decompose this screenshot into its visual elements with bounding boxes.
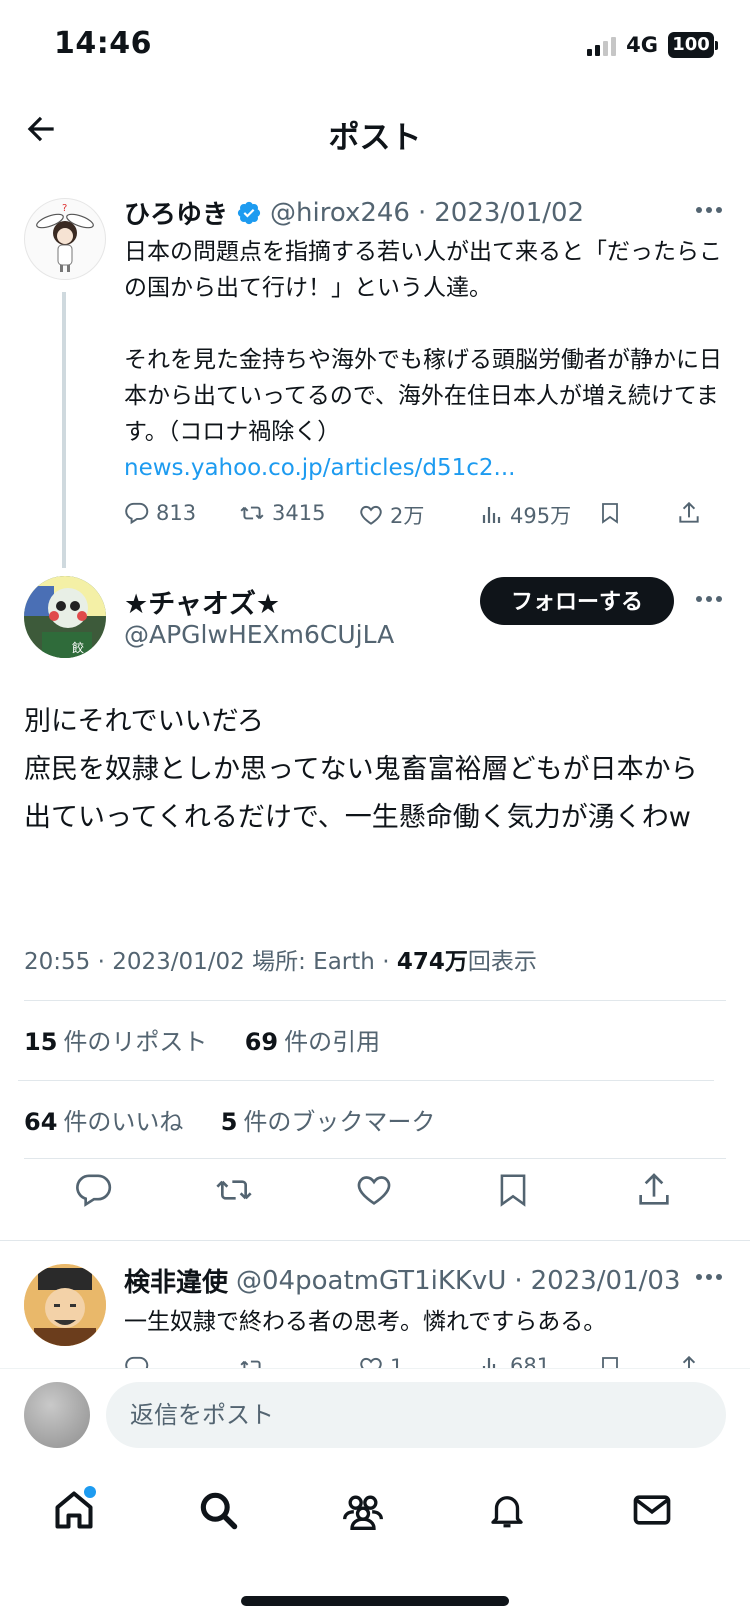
new-posts-dot <box>84 1486 96 1498</box>
share-icon[interactable] <box>634 1170 674 1214</box>
author-name[interactable]: ひろゆき <box>124 194 228 231</box>
more-options-icon[interactable] <box>694 594 724 604</box>
views-count: 474万 <box>396 949 468 975</box>
author-name[interactable]: ★チャオズ★ <box>124 582 280 621</box>
divider <box>24 1158 726 1159</box>
reply-input[interactable] <box>106 1382 726 1448</box>
home-indicator <box>241 1596 509 1606</box>
tweet-header: ひろゆき @hirox246 · 2023/01/02 <box>124 194 584 231</box>
more-options-icon[interactable] <box>694 1272 724 1282</box>
author-name[interactable]: 検非違使 <box>124 1262 228 1299</box>
avatar[interactable] <box>24 1264 106 1346</box>
reply-action[interactable]: 813 <box>124 500 196 526</box>
analytics-icon <box>482 507 501 523</box>
views-action[interactable]: 495万 <box>480 500 571 530</box>
search-icon[interactable] <box>196 1488 240 1536</box>
reposts-stat[interactable]: 15 件のリポスト <box>24 1028 207 1056</box>
divider <box>24 1000 726 1001</box>
author-handle[interactable]: @04poatmGT1iKKvU <box>236 1266 506 1296</box>
notifications-icon[interactable] <box>486 1488 528 1536</box>
engagement-row: 15 件のリポスト 69 件の引用 <box>24 1022 380 1057</box>
avatar[interactable]: ? <box>24 198 106 280</box>
follow-button[interactable]: フォローする <box>480 577 674 625</box>
views-count: 495万 <box>510 504 572 528</box>
tweet-paragraph: それを見た金持ちや海外でも稼げる頭脳労働者が静かに日本から出ていってるので、海外… <box>124 347 722 445</box>
svg-text:?: ? <box>62 203 67 214</box>
tweet-text: 日本の問題点を指摘する若い人が出て来ると「だったらこの国から出て行け！」という人… <box>124 234 730 486</box>
messages-icon[interactable] <box>630 1488 674 1536</box>
repost-action[interactable]: 3415 <box>238 500 325 526</box>
likes-stat[interactable]: 64 件のいいね <box>24 1108 183 1136</box>
status-indicators: 4G 100 <box>587 32 718 58</box>
repost-icon <box>240 506 264 520</box>
bookmark-icon <box>602 503 618 524</box>
tweet-actions: 1 681 <box>124 1350 730 1370</box>
tweet-actions: 813 3415 2万 495万 <box>124 500 730 534</box>
bookmark-icon[interactable] <box>494 1170 532 1214</box>
battery-level: 100 <box>668 32 714 58</box>
repost-icon[interactable] <box>212 1170 256 1214</box>
page-title: ポスト <box>328 120 422 156</box>
author-handle[interactable]: @APGlwHEXm6CUjLA <box>124 620 394 649</box>
divider <box>18 1080 714 1081</box>
article-link[interactable]: news.yahoo.co.jp/articles/d51c2... <box>124 450 730 486</box>
avatar[interactable]: 餃 <box>24 576 106 658</box>
tweet-paragraph: 別にそれでいいだろ <box>24 706 265 737</box>
post-time[interactable]: 20:55 <box>24 949 90 975</box>
reply-icon[interactable] <box>74 1170 114 1214</box>
communities-icon[interactable] <box>340 1488 386 1536</box>
svg-text:餃: 餃 <box>72 640 84 655</box>
tweet-paragraph: 日本の問題点を指摘する若い人が出て来ると「だったらこの国から出て行け！」という人… <box>124 239 722 301</box>
views-label: 回表示 <box>467 949 537 975</box>
tweet-meta: 20:55 · 2023/01/02 場所: Earth · 474万回表示 <box>24 949 537 975</box>
engagement-row: 64 件のいいね 5 件のブックマーク <box>24 1102 435 1137</box>
repost-count: 3415 <box>272 501 326 525</box>
heart-icon <box>360 505 382 525</box>
bookmark-action[interactable] <box>598 500 622 526</box>
quotes-stat[interactable]: 69 件の引用 <box>245 1028 380 1056</box>
share-icon <box>679 501 699 523</box>
battery-icon: 100 <box>668 32 718 58</box>
tweet-text: 別にそれでいいだろ 庶民を奴隷としか思ってない鬼畜富裕層どもが日本から出ていって… <box>24 698 724 842</box>
reply-count: 813 <box>156 501 197 525</box>
author-handle[interactable]: @hirox246 <box>270 198 410 228</box>
dot-separator: · <box>417 197 427 228</box>
heart-icon[interactable] <box>354 1170 394 1214</box>
tweet-text: 一生奴隷で終わる者の思考。憐れですらある。 <box>124 1309 607 1335</box>
tweet-paragraph: 庶民を奴隷としか思ってない鬼畜富裕層どもが日本から出ていってくれるだけで、一生懸… <box>24 754 698 833</box>
divider <box>0 1240 750 1241</box>
dot-separator: · <box>514 1265 523 1296</box>
signal-icon <box>587 34 617 56</box>
like-count: 2万 <box>390 504 425 528</box>
network-type: 4G <box>626 33 658 57</box>
reply-icon <box>125 502 149 525</box>
tweet-header: 検非違使 @04poatmGT1iKKvU · 2023/01/03 <box>124 1262 680 1299</box>
more-options-icon[interactable] <box>694 205 724 215</box>
my-avatar[interactable] <box>24 1382 90 1448</box>
thread-line <box>62 292 66 568</box>
share-action[interactable] <box>676 500 702 526</box>
post-date[interactable]: 2023/01/02 <box>434 198 584 228</box>
post-location: 場所: Earth <box>252 949 375 975</box>
post-date[interactable]: 2023/01/03 <box>531 1266 681 1296</box>
focal-actions <box>0 1170 750 1230</box>
like-action[interactable]: 2万 <box>358 500 424 530</box>
status-time: 14:46 <box>54 26 152 61</box>
home-icon[interactable] <box>52 1486 96 1536</box>
post-date[interactable]: 2023/01/02 <box>112 949 245 975</box>
bookmarks-stat[interactable]: 5 件のブックマーク <box>221 1108 436 1136</box>
verified-badge-icon <box>236 200 262 226</box>
